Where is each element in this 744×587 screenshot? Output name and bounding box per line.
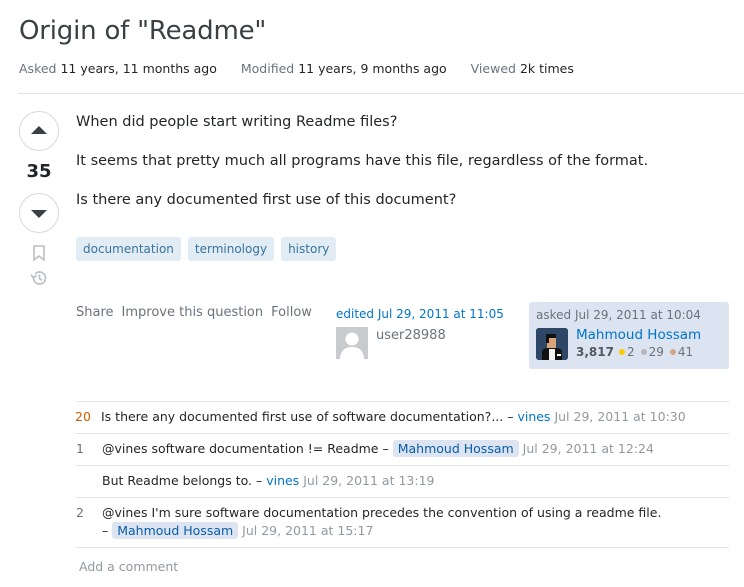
editor-avatar [336,327,368,359]
editor-name: user28988 [376,328,446,343]
comment-dash: – [382,441,389,456]
comment: 20 Is there any documented first use of … [75,402,729,434]
owner-avatar[interactable] [536,328,568,360]
comment: 1 @vines software documentation != Readm… [76,434,729,466]
comment: But Readme belongs to. – vines Jul 29, 2… [76,466,729,498]
comment-text: @vines software documentation != Readme [102,441,379,456]
owner-signature: asked Jul 29, 2011 at 10:04 Mahmoud Hoss… [529,302,729,369]
viewed-label: Viewed [470,61,516,76]
tag-history[interactable]: history [281,237,337,261]
comment-score: 1 [76,441,84,456]
edit-signature: edited Jul 29, 2011 at 11:05 user28988 [336,307,516,359]
comment-text: Is there any documented first use of sof… [101,409,504,424]
owner-stats: 3,817 2 29 41 [576,345,699,359]
comment-content: @vines I'm sure software documentation p… [102,504,729,540]
comment-dash: – [102,523,109,538]
title-divider [18,93,744,94]
question-meta: Asked 11 years, 11 months ago Modified 11 … [19,61,594,76]
tag-documentation[interactable]: documentation [76,237,181,261]
comment-list: 20 Is there any documented first use of … [75,401,729,548]
comment-user-link[interactable]: Mahmoud Hossam [392,440,519,457]
bronze-badge-count: 41 [677,345,694,359]
edited-time-link[interactable]: edited Jul 29, 2011 at 11:05 [336,307,516,325]
gold-badge-icon [618,349,625,355]
comment-user-link[interactable]: Mahmoud Hossam [112,522,239,539]
comment-dash: – [256,473,263,488]
bookmark-icon [33,245,45,262]
silver-badge-icon [640,349,647,355]
gold-badge-count: 2 [626,345,635,359]
body-paragraph: Is there any documented first use of thi… [76,192,457,208]
user-avatar-icon [536,328,568,360]
bronze-badge-icon [669,349,676,355]
vote-column: 35 [19,111,59,288]
add-comment-link[interactable]: Add a comment [79,559,178,574]
comment: 2 @vines I'm sure software documentation… [76,498,729,548]
downvote-button[interactable] [19,193,59,233]
comment-content: Is there any documented first use of sof… [101,408,729,426]
timeline-button[interactable] [19,268,59,288]
tag-terminology[interactable]: terminology [187,237,275,261]
silver-badge-count: 29 [648,345,664,359]
gold-badges: 2 [618,345,635,359]
comment-dash: – [507,409,514,424]
follow-link[interactable]: Follow [271,305,312,320]
comment-text: @vines I'm sure software documentation p… [102,505,662,520]
comment-user-link[interactable]: vines [517,409,550,424]
question-title[interactable]: Origin of "Readme" [19,16,266,46]
vote-count: 35 [26,161,52,182]
modified-value[interactable]: 11 years, 9 months ago [298,61,446,76]
owner-name-link[interactable]: Mahmoud Hossam [576,327,701,343]
modified-label: Modified [240,61,295,76]
comment-time[interactable]: Jul 29, 2011 at 12:24 [523,441,654,456]
post-menu: Share Improve this question Follow [76,305,312,320]
body-paragraph: When did people start writing Readme fil… [76,114,398,130]
silver-badges: 29 [640,345,664,359]
default-user-icon [340,332,364,359]
tag-list: documentation terminology history [76,237,337,261]
asked-time: asked Jul 29, 2011 at 10:04 [536,308,701,322]
comment-score: 20 [75,409,91,424]
share-link[interactable]: Share [76,305,114,320]
history-icon [30,271,47,285]
question-body: When did people start writing Readme fil… [76,112,726,229]
arrow-down-icon [31,210,47,218]
bookmark-button[interactable] [19,244,59,262]
comment-time[interactable]: Jul 29, 2011 at 10:30 [554,409,685,424]
comment-content: But Readme belongs to. – vines Jul 29, 2… [102,472,729,490]
reputation-score: 3,817 [576,345,614,359]
body-paragraph: It seems that pretty much all programs h… [76,153,649,169]
comment-score [76,472,102,490]
comment-score: 2 [76,505,84,520]
comment-time[interactable]: Jul 29, 2011 at 15:17 [242,523,373,538]
bronze-badges: 41 [669,345,694,359]
asked-label: Asked [19,61,57,76]
comment-content: @vines software documentation != Readme … [102,440,729,458]
asked-value: 11 years, 11 months ago [60,61,217,76]
viewed-value: 2k times [519,61,574,76]
arrow-up-icon [31,126,47,134]
upvote-button[interactable] [19,111,59,151]
comment-text: But Readme belongs to. [102,473,253,488]
comment-time[interactable]: Jul 29, 2011 at 13:19 [303,473,434,488]
comment-user-link[interactable]: vines [266,473,299,488]
improve-question-link[interactable]: Improve this question [122,305,264,320]
